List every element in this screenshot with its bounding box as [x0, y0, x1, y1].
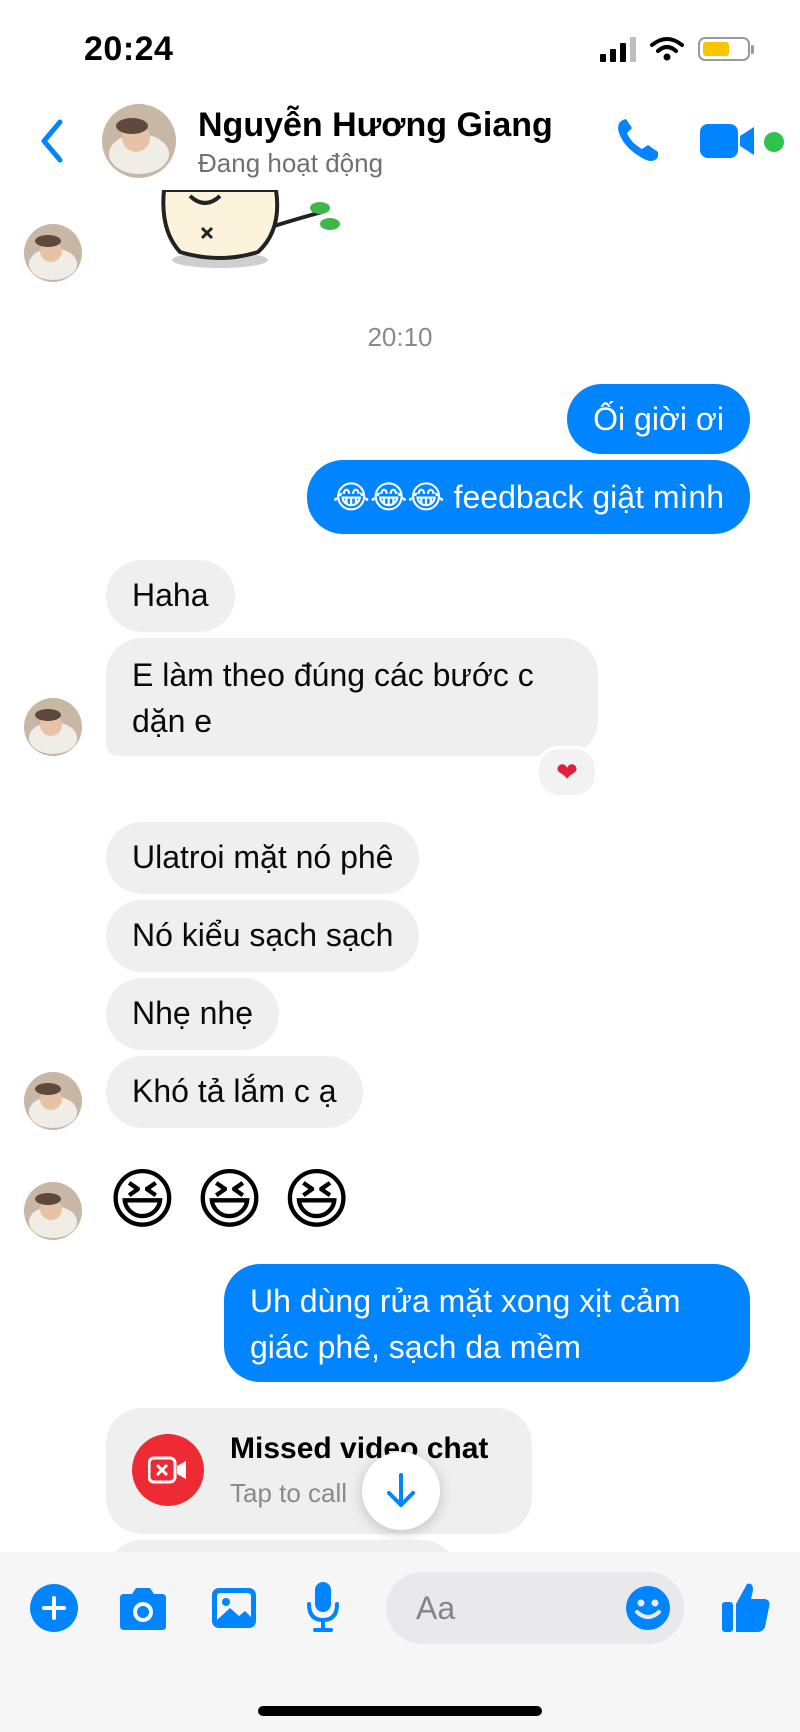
missed-video-icon [132, 1434, 204, 1506]
timestamp: 20:10 [367, 322, 433, 352]
outgoing-message[interactable]: Uh dùng rửa mặt xong xịt cảm giác phê, s… [224, 1264, 750, 1382]
emoji-message[interactable]: 😆 😆 😆 [108, 1164, 351, 1234]
incoming-message[interactable]: E làm theo đúng các bước c dặn e [106, 638, 598, 756]
battery-icon [698, 37, 754, 61]
outgoing-message[interactable]: Ối giời ơi [567, 384, 750, 454]
sticker[interactable] [150, 190, 350, 270]
missed-call-title: Missed video chat [230, 1432, 489, 1465]
mic-icon[interactable] [304, 1580, 342, 1634]
avatar[interactable] [102, 104, 176, 178]
scroll-down-icon [387, 1473, 415, 1507]
message-line: Uh dùng rửa mặt xong xịt cảm [250, 1283, 681, 1319]
status-time: 20:24 [84, 30, 174, 68]
incoming-message[interactable]: Nhẹ nhẹ [106, 978, 279, 1050]
outgoing-message[interactable]: 😂😂😂 feedback giật mình [306, 460, 750, 534]
message-line: giác phê, sạch da mềm [250, 1329, 581, 1365]
missed-call-subtitle[interactable]: Tap to call [230, 1478, 347, 1509]
avatar[interactable] [24, 1182, 82, 1240]
thumbs-up-icon[interactable] [720, 1580, 772, 1634]
message-input-placeholder: Aa [416, 1590, 456, 1626]
avatar[interactable] [24, 224, 82, 282]
incoming-message[interactable]: Khó tả lắm c ạ [106, 1056, 363, 1128]
plus-icon[interactable] [30, 1584, 78, 1632]
incoming-message[interactable]: Nó kiểu sạch sạch [106, 900, 420, 972]
scroll-down-button[interactable] [362, 1452, 440, 1530]
back-icon[interactable] [38, 118, 66, 164]
home-indicator [258, 1706, 542, 1716]
contact-name[interactable]: Nguyễn Hương Giang [198, 106, 553, 145]
signal-icon [600, 36, 636, 62]
avatar[interactable] [24, 1072, 82, 1130]
incoming-message[interactable]: Haha [106, 560, 235, 632]
incoming-message[interactable]: Ulatroi mặt nó phê [106, 822, 420, 894]
phone-icon[interactable] [614, 116, 662, 166]
message-line: E làm theo đúng các bước c [132, 657, 534, 693]
gallery-icon[interactable] [210, 1586, 258, 1630]
status-icons [600, 36, 754, 62]
active-dot [764, 132, 784, 152]
video-icon[interactable] [700, 122, 760, 160]
message-line: dặn e [132, 703, 213, 739]
heart-reaction[interactable]: ❤ [536, 746, 598, 798]
avatar[interactable] [24, 698, 82, 756]
emoji-icon[interactable] [624, 1584, 672, 1632]
camera-icon[interactable] [116, 1586, 170, 1632]
wifi-icon [650, 37, 684, 61]
contact-status: Đang hoạt động [198, 148, 384, 178]
